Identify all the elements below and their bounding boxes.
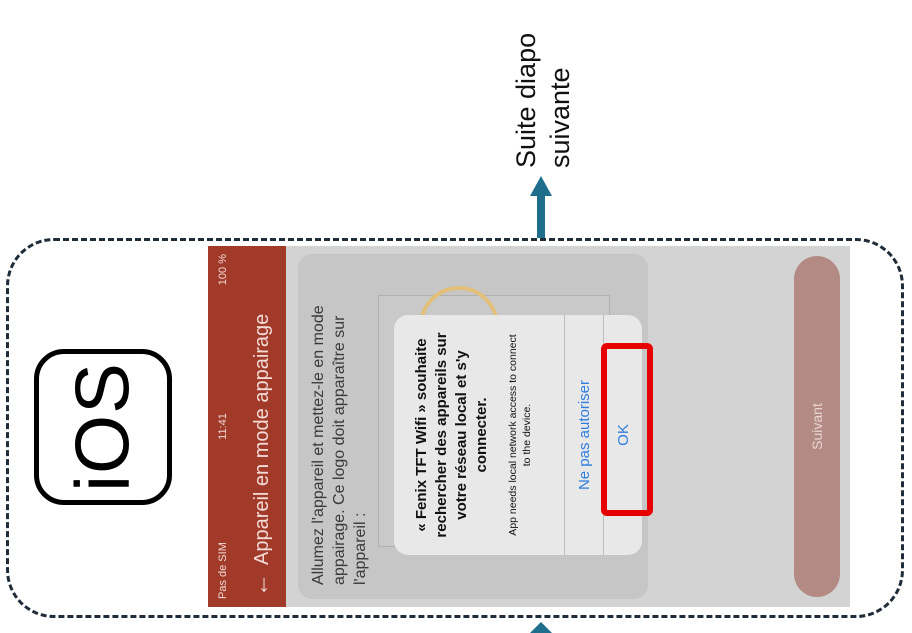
phone-screenshot: Pas de SIM 11:41 100 % ← Appareil en mod… (208, 246, 850, 607)
status-time: 11:41 (217, 413, 229, 440)
page-title: Appareil en mode appairage (251, 313, 273, 565)
title-bar: ← Appareil en mode appairage (238, 246, 286, 607)
next-slide-caption: Suite diapo suivante (511, 32, 575, 168)
status-battery: 100 % (217, 254, 229, 286)
ok-highlight-box (601, 343, 653, 516)
dialog-message: App needs local network access to connec… (507, 334, 533, 536)
back-arrow-icon[interactable]: ← (247, 573, 274, 597)
status-bar: Pas de SIM 11:41 100 % (208, 246, 238, 607)
up-arrow-partial-icon (530, 622, 552, 633)
deny-button[interactable]: Ne pas autoriser (564, 315, 604, 555)
phone-screen: Pas de SIM 11:41 100 % ← Appareil en mod… (208, 246, 850, 607)
next-button[interactable]: Suivant (794, 256, 840, 597)
ios-logo-text: iOS (60, 362, 146, 492)
ios-logo-badge: iOS (34, 349, 172, 505)
dialog-title: « Fenix TFT Wifi » souhaite rechercher d… (413, 332, 490, 538)
up-arrow-icon (530, 176, 552, 238)
instructions-text: Allumez l'appareil et mettez-le en mode … (310, 305, 369, 585)
